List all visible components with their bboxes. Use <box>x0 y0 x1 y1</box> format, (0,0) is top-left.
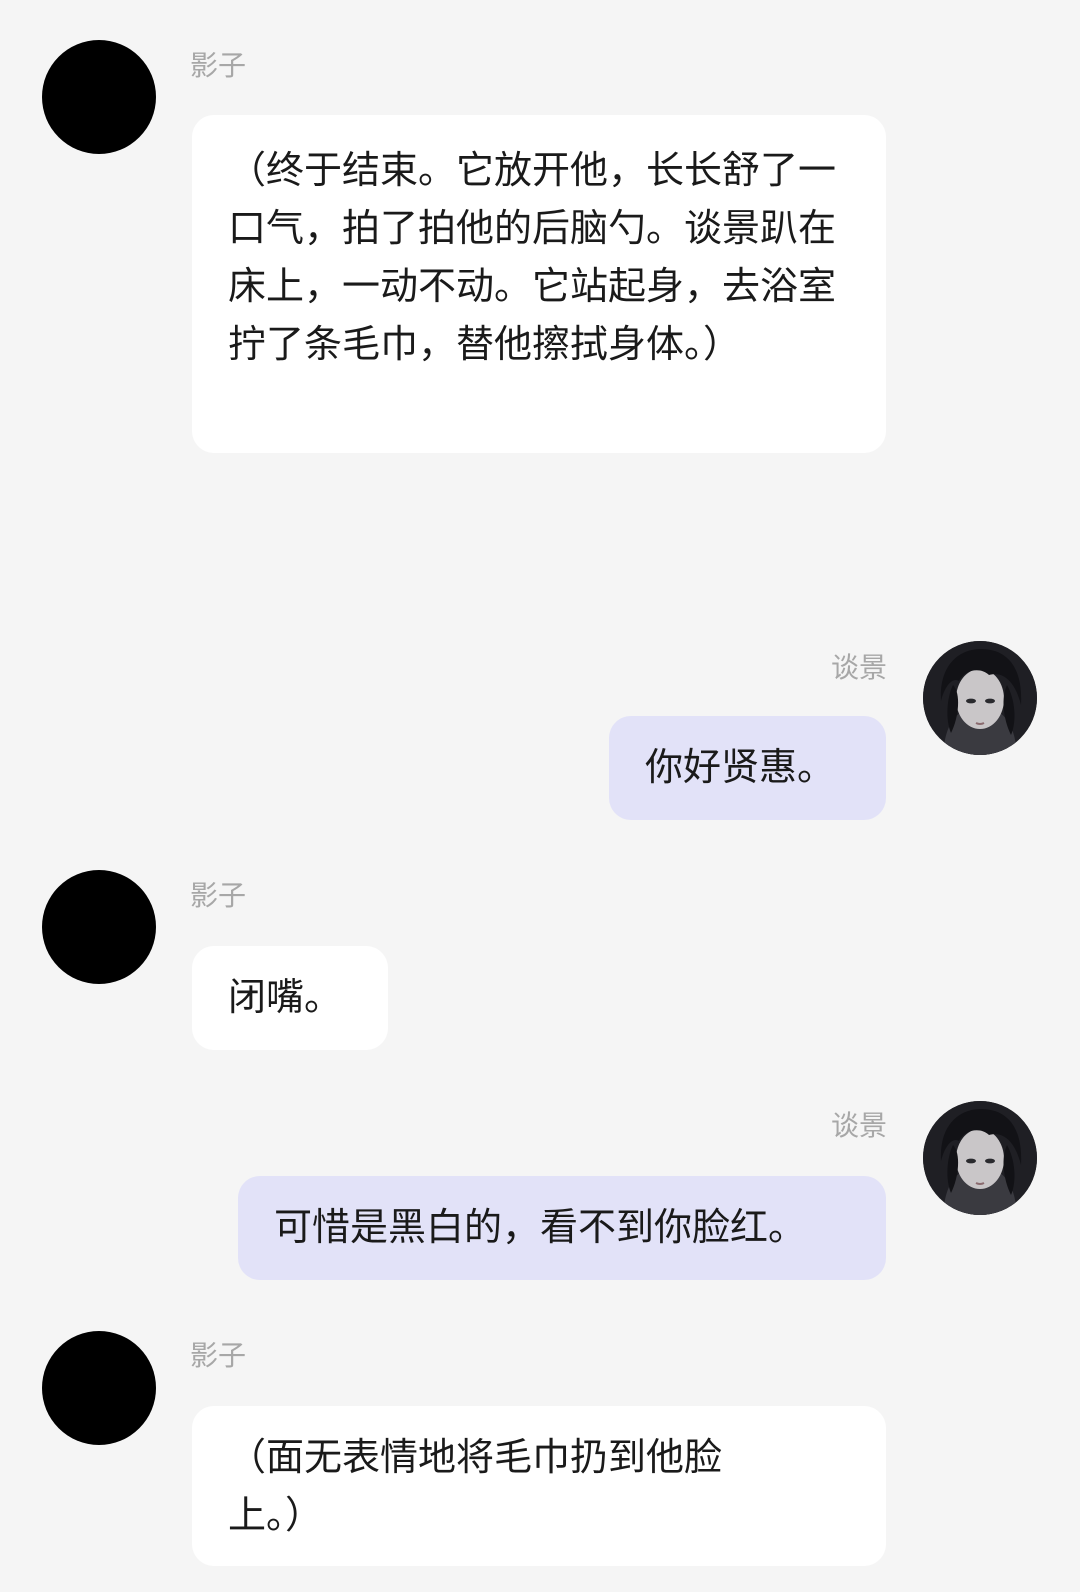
avatar-tanjing[interactable] <box>923 1101 1037 1215</box>
avatar-yingzi[interactable] <box>42 40 156 154</box>
message-text: 可惜是黑白的，看不到你脸红。 <box>274 1205 807 1249</box>
avatar-yingzi[interactable] <box>42 1331 156 1445</box>
message-text: 你好贤惠。 <box>645 745 836 789</box>
message-bubble[interactable]: （面无表情地将毛巾扔到他脸上。） <box>192 1406 886 1566</box>
message-text: （面无表情地将毛巾扔到他脸上。） <box>228 1435 723 1537</box>
message-text: 闭嘴。 <box>228 975 343 1019</box>
sender-name: 谈景 <box>830 1109 887 1142</box>
avatar-yingzi[interactable] <box>42 870 156 984</box>
sender-name: 影子 <box>190 1339 247 1372</box>
message-bubble[interactable]: （终于结束。它放开他，长长舒了一口气，拍了拍他的后脑勺。谈景趴在床上，一动不动。… <box>192 115 886 453</box>
avatar-tanjing[interactable] <box>923 641 1037 755</box>
sender-name: 影子 <box>190 879 247 912</box>
message-bubble[interactable]: 可惜是黑白的，看不到你脸红。 <box>238 1176 886 1280</box>
sender-name: 影子 <box>190 49 247 82</box>
sender-name: 谈景 <box>830 651 887 684</box>
message-bubble[interactable]: 你好贤惠。 <box>609 716 886 820</box>
message-bubble[interactable]: 闭嘴。 <box>192 946 388 1050</box>
portrait-icon <box>923 641 1037 755</box>
portrait-icon <box>923 1101 1037 1215</box>
message-text: （终于结束。它放开他，长长舒了一口气，拍了拍他的后脑勺。谈景趴在床上，一动不动。… <box>228 148 837 366</box>
